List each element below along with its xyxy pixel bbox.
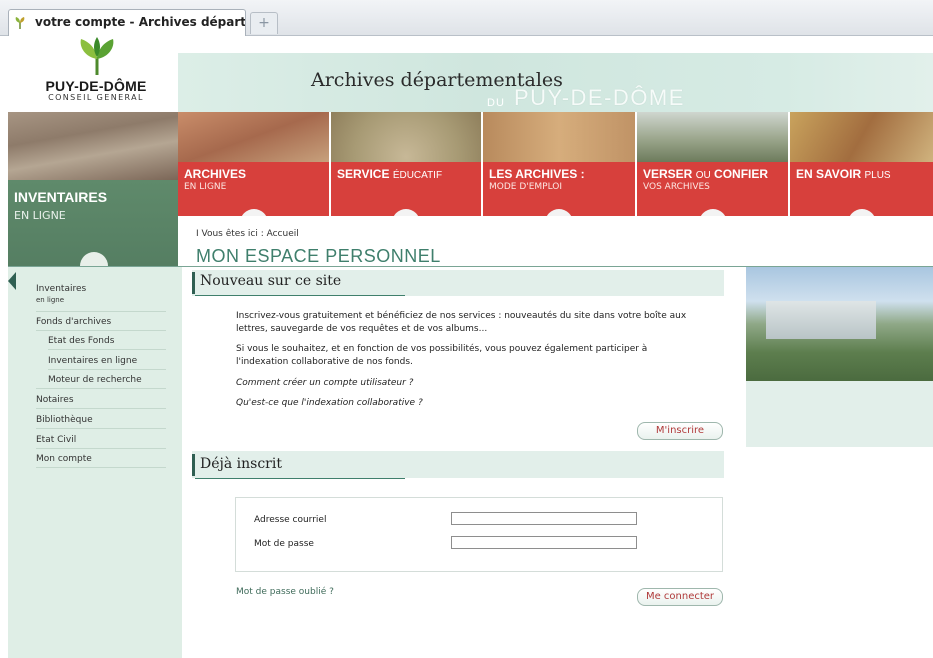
link-create-account-help[interactable]: Comment créer un compte utilisateur ? [236,378,413,388]
nav-image-manuscript [483,112,635,162]
nav-verser-label[interactable]: VERSER OU CONFIER [643,167,768,181]
sidebar-item-moteur-recherche[interactable]: Moteur de recherche [48,375,142,385]
sidebar-divider [36,311,166,312]
nav-inventaires-subtitle[interactable]: EN LIGNE [14,209,66,222]
sidebar-item-notaires[interactable]: Notaires [36,395,74,405]
building-shape [766,301,876,339]
browser-tab[interactable]: votre compte - Archives départeme... [8,9,246,36]
sidebar-item-en-ligne[interactable]: en ligne [36,296,64,304]
sidebar-divider [48,349,166,350]
nav-service-educatif[interactable]: SERVICE ÉDUCATIF [331,112,481,216]
email-label: Adresse courriel [254,515,327,525]
page-title: MON ESPACE PERSONNEL [196,246,441,266]
header-photo-town [8,112,178,180]
sidebar-item-etat-fonds[interactable]: Etat des Fonds [48,336,114,346]
nav-archives-label[interactable]: ARCHIVES [184,167,246,181]
register-button[interactable]: M'inscrire [637,422,723,440]
link-indexation-help[interactable]: Qu'est-ce que l'indexation collaborative… [236,398,423,408]
sidebar-divider [48,369,166,370]
nav-les-archives-label[interactable]: LES ARCHIVES : [489,167,585,181]
sidebar-item-bibliotheque[interactable]: Bibliothèque [36,415,93,425]
nav-les-archives-mode-emploi[interactable]: LES ARCHIVES : MODE D'EMPLOI [483,112,635,216]
nav-archives-sub[interactable]: EN LIGNE [184,182,226,192]
section-marker [192,454,195,476]
sidebar-divider [36,467,166,468]
site-favicon-icon [15,17,25,29]
nav-en-savoir-plus[interactable]: EN SAVOIR PLUS [790,112,933,216]
nav-en-savoir-label[interactable]: EN SAVOIR PLUS [796,167,891,181]
sidebar-divider [36,388,166,389]
password-field[interactable] [451,536,637,549]
sidebar-item-inventaires-en-ligne[interactable]: Inventaires en ligne [48,356,137,366]
new-section-title: Nouveau sur ce site [200,273,342,289]
login-form [235,497,723,572]
forgot-password-link[interactable]: Mot de passe oublié ? [236,587,334,597]
nav-image-landscape [637,112,788,162]
sidebar-item-etat-civil[interactable]: Etat Civil [36,435,76,445]
register-intro-line1: Inscrivez-vous gratuitement et bénéficie… [236,311,687,321]
sidebar-item-inventaires[interactable]: Inventaires [36,284,86,294]
breadcrumb: I Vous êtes ici : Accueil [196,229,299,239]
section-underline [195,295,405,296]
nav-image-compass [331,112,481,162]
new-tab-button[interactable]: + [250,12,278,34]
nav-image-poster [790,112,933,162]
sidebar-item-mon-compte[interactable]: Mon compte [36,454,92,464]
indexation-intro-line1: Si vous le souhaitez, et en fonction de … [236,344,648,354]
nav-les-archives-sub[interactable]: MODE D'EMPLOI [489,182,562,192]
nav-service-label[interactable]: SERVICE ÉDUCATIF [337,167,442,181]
sidebar-divider [36,428,166,429]
nav-verser-sub[interactable]: VOS ARCHIVES [643,182,710,192]
sidebar-active-arrow-icon [8,272,16,290]
nav-archives-en-ligne[interactable]: ARCHIVES EN LIGNE [178,112,329,216]
logo-subtitle: CONSEIL GENERAL [48,93,144,102]
email-field[interactable] [451,512,637,525]
sidebar-divider [36,330,166,331]
nav-inventaires-title[interactable]: INVENTAIRES [14,189,107,205]
logo-name: PUY-DE-DÔME [45,78,147,94]
section-underline [195,478,405,479]
banner-du: DU [487,97,505,109]
indexation-intro-line2: l'indexation collaborative de nos fonds. [236,357,413,367]
sidebar-divider [36,408,166,409]
banner-region: PUY-DE-DÔME [514,85,685,110]
nav-image [178,112,329,162]
sidebar-item-fonds-archives[interactable]: Fonds d'archives [36,317,111,327]
right-panel [746,381,933,447]
password-label: Mot de passe [254,539,314,549]
login-section-title: Déjà inscrit [200,456,282,472]
connect-button[interactable]: Me connecter [637,588,723,606]
puy-de-dome-logo-icon [80,37,114,75]
sidebar-divider [36,448,166,449]
section-marker [192,272,195,294]
nav-verser-confier[interactable]: VERSER OU CONFIER VOS ARCHIVES [637,112,788,216]
register-intro-line2: lettres, sauvegarde de vos requêtes et d… [236,324,488,334]
